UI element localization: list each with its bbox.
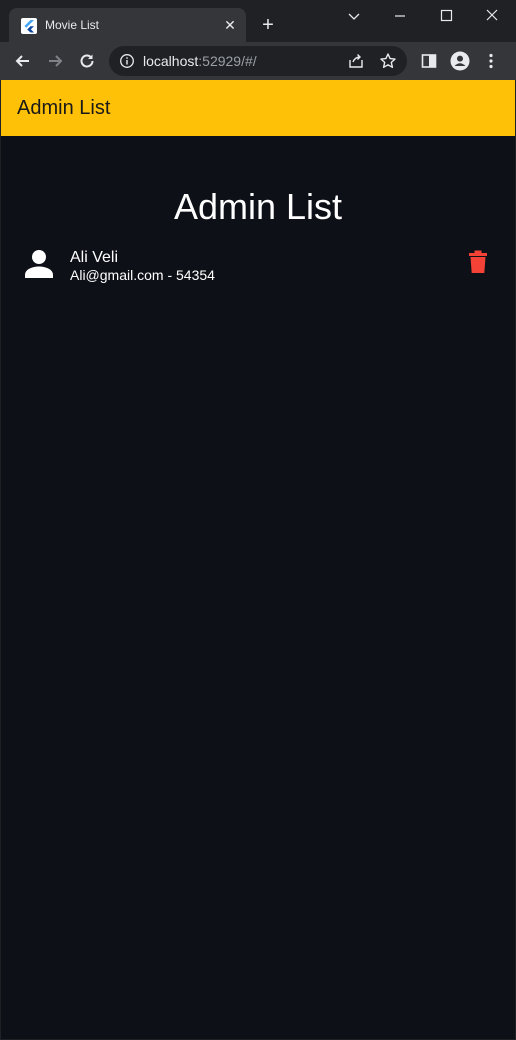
- url-text[interactable]: localhost:52929/#/: [143, 53, 257, 69]
- maximize-icon[interactable]: [436, 6, 456, 26]
- minimize-icon[interactable]: [390, 6, 410, 26]
- delete-trash-icon[interactable]: [467, 250, 489, 274]
- browser-tab[interactable]: Movie List ✕: [9, 8, 246, 42]
- share-icon[interactable]: [347, 52, 365, 70]
- new-tab-button[interactable]: +: [258, 15, 278, 35]
- profile-icon[interactable]: [450, 51, 470, 71]
- reload-icon[interactable]: [77, 51, 97, 71]
- side-panel-icon[interactable]: [419, 51, 439, 71]
- tab-close-icon[interactable]: ✕: [222, 17, 238, 33]
- tab-search-icon[interactable]: [344, 6, 364, 26]
- site-info-icon[interactable]: [119, 53, 135, 69]
- close-icon[interactable]: [482, 6, 502, 26]
- address-bar[interactable]: localhost:52929/#/: [109, 46, 407, 76]
- bookmark-star-icon[interactable]: [379, 52, 397, 70]
- app-bar-title: Admin List: [17, 97, 111, 119]
- menu-kebab-icon[interactable]: [481, 51, 501, 71]
- admin-name: Ali Veli: [70, 249, 119, 266]
- person-icon: [25, 250, 53, 278]
- app-content: Admin List Admin List Ali Veli Ali@gmail…: [1, 80, 515, 1039]
- admin-email-phone: Ali@gmail.com - 54354: [70, 267, 215, 283]
- page-title: Admin List: [173, 186, 343, 227]
- url-path: :52929/#/: [198, 53, 257, 69]
- forward-arrow-icon[interactable]: [45, 51, 65, 71]
- tab-title: Movie List: [45, 18, 100, 32]
- app-bar: Admin List: [1, 80, 515, 136]
- flutter-icon: [21, 18, 37, 34]
- browser-tabstrip: Movie List ✕ +: [0, 0, 516, 42]
- back-arrow-icon[interactable]: [13, 51, 33, 71]
- url-host: localhost: [143, 53, 199, 69]
- admin-list-item[interactable]: Ali Veli Ali@gmail.com - 54354: [1, 240, 515, 296]
- browser-toolbar: localhost:52929/#/: [0, 42, 516, 80]
